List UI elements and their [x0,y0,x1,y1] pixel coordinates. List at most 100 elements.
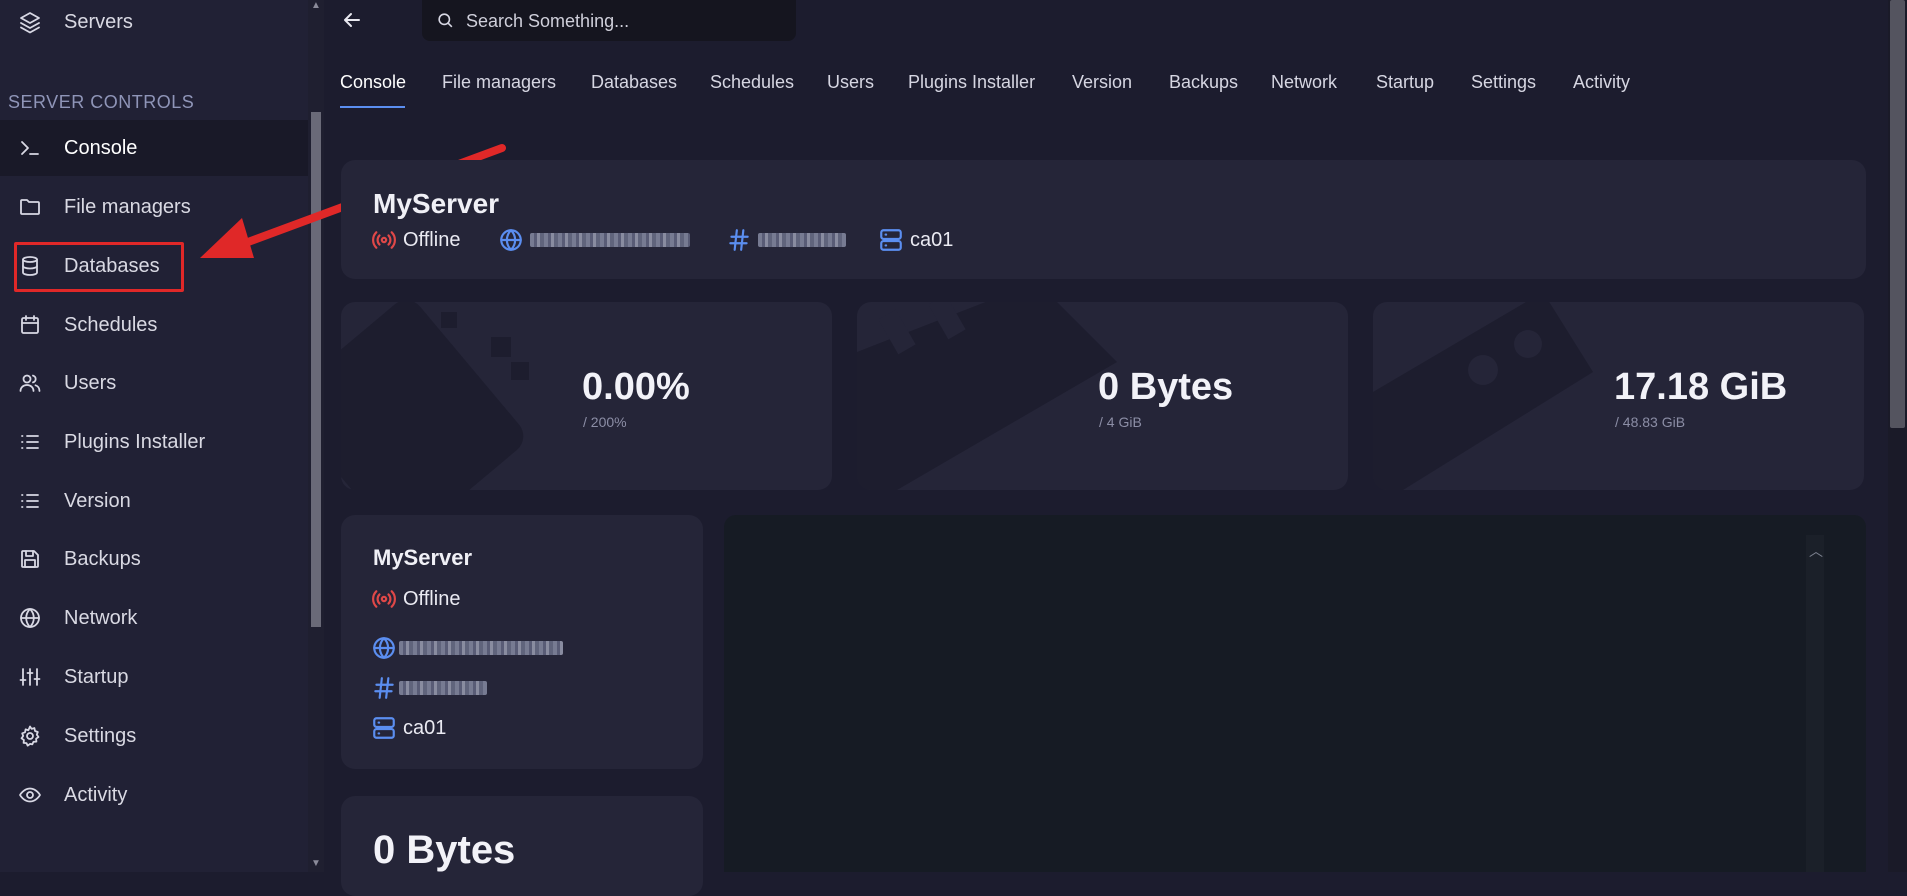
memory-stat-card: 0 Bytes / 4 GiB [857,302,1348,490]
sidebar-item-label: Settings [64,724,137,747]
search-icon [438,13,453,28]
search-bar[interactable] [422,0,796,41]
cpu-icon [341,302,529,490]
node-text: ca01 [403,716,447,739]
terminal-icon [17,135,43,161]
tab-network[interactable]: Network [1271,72,1337,93]
disk-icon [1373,302,1593,490]
redacted-id [399,681,487,695]
sidebar-scrollbar[interactable]: ▲ ▼ [308,0,324,872]
active-tab-indicator [340,106,405,108]
layers-icon [17,9,43,35]
tab-startup[interactable]: Startup [1376,72,1434,93]
server-header-card: MyServer Offline ca01 [341,160,1866,279]
server-icon [373,717,395,739]
chevron-up-icon[interactable]: ︿ [1809,541,1823,561]
sidebar-item-schedules[interactable]: Schedules [0,297,308,353]
sidebar-item-settings[interactable]: Settings [0,708,308,764]
sidebar-item-label: Startup [64,665,129,688]
eye-icon [17,782,43,808]
sidebar-item-label: File managers [64,195,191,218]
page-scroll-thumb[interactable] [1890,0,1905,428]
server-icon [880,229,902,251]
tab-plugins-installer[interactable]: Plugins Installer [908,72,1035,93]
tab-databases[interactable]: Databases [591,72,677,93]
status-text: Offline [403,587,461,610]
sidebar-item-label: Network [64,606,138,629]
memory-summary-card: 0 Bytes [341,796,703,896]
hash-icon [729,229,749,251]
server-info-card: MyServer Offline ca01 [341,515,703,769]
memory-icon [857,302,1117,490]
info-server-id [371,675,487,701]
tab-schedules[interactable]: Schedules [710,72,794,93]
server-id [726,227,846,253]
sidebar-item-label: Schedules [64,313,158,336]
memory-usage-limit: / 4 GiB [1099,414,1142,430]
server-status: Offline [371,227,460,253]
folder-icon [17,194,43,220]
broadcast-icon [372,590,396,608]
sidebar-item-label: Activity [64,783,128,806]
annotation-highlight-box [14,242,184,292]
disk-usage-limit: / 48.83 GiB [1615,414,1686,430]
cpu-usage-limit: / 200% [583,414,627,430]
hash-icon [374,677,394,699]
memory-summary-value: 0 Bytes [373,828,516,872]
tab-version[interactable]: Version [1072,72,1132,93]
page-scrollbar[interactable] [1888,0,1907,872]
redacted-id [758,233,846,247]
calendar-icon [17,312,43,338]
memory-usage-value: 0 Bytes [1098,366,1234,408]
disk-usage-value: 17.18 GiB [1614,366,1788,408]
sliders-icon [17,664,43,690]
sidebar-item-servers[interactable]: Servers [0,0,308,50]
sidebar-item-network[interactable]: Network [0,590,308,646]
server-ip [498,227,690,253]
sidebar-item-activity[interactable]: Activity [0,767,308,823]
info-server-name: MyServer [373,545,473,570]
sidebar-item-users[interactable]: Users [0,355,308,411]
sidebar-item-startup[interactable]: Startup [0,649,308,705]
cpu-stat-card: 0.00% / 200% [341,302,832,490]
scroll-down-arrow-icon[interactable]: ▼ [311,858,321,869]
sidebar-item-version[interactable]: Version [0,473,308,529]
back-arrow-icon[interactable] [340,8,368,36]
sidebar-item-label: Backups [64,547,141,570]
tab-console[interactable]: Console [340,72,406,93]
sidebar-item-backups[interactable]: Backups [0,531,308,587]
tab-backups[interactable]: Backups [1169,72,1238,93]
tab-settings[interactable]: Settings [1471,72,1536,93]
console-scrollbar[interactable]: ︿ [1806,535,1824,872]
tab-file-managers[interactable]: File managers [442,72,556,93]
globe-icon [500,229,522,251]
sidebar-item-label: Servers [64,10,133,33]
globe-icon [17,605,43,631]
sidebar-item-label: Version [64,489,131,512]
sidebar-item-label: Plugins Installer [64,430,206,453]
console-output[interactable]: ︿ [724,515,1866,872]
tab-activity[interactable]: Activity [1573,72,1630,93]
section-title: SERVER CONTROLS [8,92,195,112]
users-icon [17,370,43,396]
broadcast-icon [372,231,396,249]
node-text: ca01 [910,228,954,251]
list-icon [17,429,43,455]
sidebar-item-plugins-installer[interactable]: Plugins Installer [0,414,308,470]
list-icon [17,488,43,514]
info-server-ip [371,635,563,661]
sidebar-item-label: Console [64,136,138,159]
gear-icon [17,723,43,749]
server-name: MyServer [373,188,500,219]
redacted-ip [399,641,563,655]
search-input[interactable] [464,6,788,36]
info-server-node: ca01 [371,715,446,741]
globe-icon [373,637,395,659]
cpu-usage-value: 0.00% [582,366,690,408]
tab-users[interactable]: Users [827,72,874,93]
status-text: Offline [403,228,461,251]
save-icon [17,546,43,572]
info-server-status: Offline [371,586,460,612]
scroll-up-arrow-icon[interactable]: ▲ [311,0,321,11]
sidebar-item-label: Users [64,371,117,394]
